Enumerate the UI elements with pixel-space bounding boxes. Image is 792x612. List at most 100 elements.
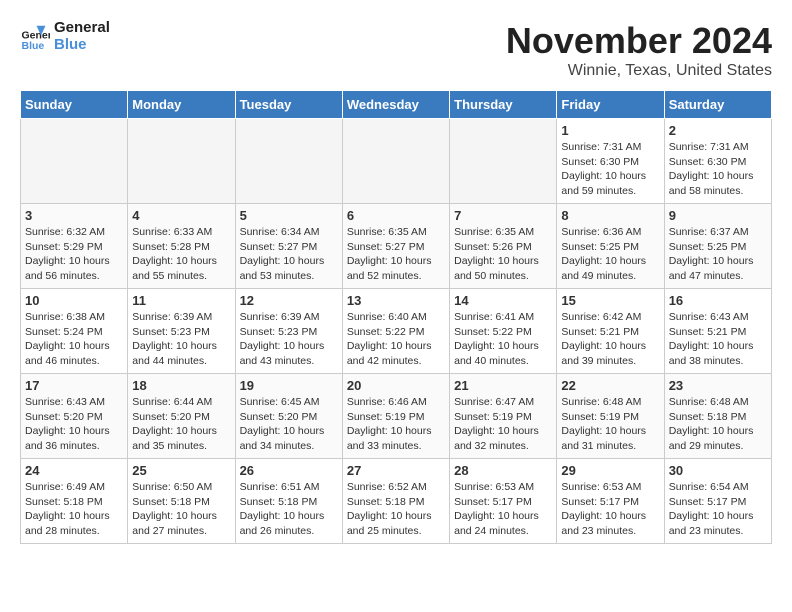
day-info: Sunrise: 6:33 AM Sunset: 5:28 PM Dayligh… — [132, 225, 230, 284]
calendar-cell: 15 Sunrise: 6:42 AM Sunset: 5:21 PM Dayli… — [557, 289, 664, 374]
calendar-cell: 30 Sunrise: 6:54 AM Sunset: 5:17 PM Dayli… — [664, 459, 771, 544]
week-row-3: 10 Sunrise: 6:38 AM Sunset: 5:24 PM Dayli… — [21, 289, 772, 374]
day-number: 14 — [454, 293, 552, 308]
day-number: 18 — [132, 378, 230, 393]
calendar-cell: 10 Sunrise: 6:38 AM Sunset: 5:24 PM Dayli… — [21, 289, 128, 374]
calendar-cell: 7 Sunrise: 6:35 AM Sunset: 5:26 PM Daylig… — [450, 204, 557, 289]
day-info: Sunrise: 6:37 AM Sunset: 5:25 PM Dayligh… — [669, 225, 767, 284]
week-row-1: 1Sunrise: 7:31 AM Sunset: 6:30 PM Daylig… — [21, 119, 772, 204]
day-number: 7 — [454, 208, 552, 223]
page-header: General Blue General Blue November 2024 … — [20, 20, 772, 80]
calendar-cell: 14 Sunrise: 6:41 AM Sunset: 5:22 PM Dayli… — [450, 289, 557, 374]
weekday-header-thursday: Thursday — [450, 91, 557, 119]
week-row-2: 3 Sunrise: 6:32 AM Sunset: 5:29 PM Daylig… — [21, 204, 772, 289]
calendar-cell: 5Sunrise: 6:34 AM Sunset: 5:27 PM Daylig… — [235, 204, 342, 289]
calendar-cell: 16 Sunrise: 6:43 AM Sunset: 5:21 PM Dayli… — [664, 289, 771, 374]
day-number: 21 — [454, 378, 552, 393]
calendar-cell: 19Sunrise: 6:45 AM Sunset: 5:20 PM Dayli… — [235, 374, 342, 459]
day-info: Sunrise: 6:53 AM Sunset: 5:17 PM Dayligh… — [454, 480, 552, 539]
day-number: 16 — [669, 293, 767, 308]
calendar-cell: 4 Sunrise: 6:33 AM Sunset: 5:28 PM Daylig… — [128, 204, 235, 289]
title-area: November 2024 Winnie, Texas, United Stat… — [506, 20, 772, 80]
day-info: Sunrise: 6:49 AM Sunset: 5:18 PM Dayligh… — [25, 480, 123, 539]
day-info: Sunrise: 7:31 AM Sunset: 6:30 PM Dayligh… — [561, 140, 659, 199]
day-info: Sunrise: 7:31 AM Sunset: 6:30 PM Dayligh… — [669, 140, 767, 199]
day-number: 2 — [669, 123, 767, 138]
day-number: 28 — [454, 463, 552, 478]
week-row-5: 24 Sunrise: 6:49 AM Sunset: 5:18 PM Dayli… — [21, 459, 772, 544]
calendar-cell: 17 Sunrise: 6:43 AM Sunset: 5:20 PM Dayli… — [21, 374, 128, 459]
day-info: Sunrise: 6:32 AM Sunset: 5:29 PM Dayligh… — [25, 225, 123, 284]
day-info: Sunrise: 6:35 AM Sunset: 5:26 PM Dayligh… — [454, 225, 552, 284]
calendar-cell: 28 Sunrise: 6:53 AM Sunset: 5:17 PM Dayli… — [450, 459, 557, 544]
day-number: 23 — [669, 378, 767, 393]
day-number: 11 — [132, 293, 230, 308]
day-info: Sunrise: 6:54 AM Sunset: 5:17 PM Dayligh… — [669, 480, 767, 539]
logo-icon: General Blue — [20, 22, 50, 52]
day-number: 8 — [561, 208, 659, 223]
day-number: 10 — [25, 293, 123, 308]
calendar-cell: 8 Sunrise: 6:36 AM Sunset: 5:25 PM Daylig… — [557, 204, 664, 289]
week-row-4: 17 Sunrise: 6:43 AM Sunset: 5:20 PM Dayli… — [21, 374, 772, 459]
calendar-cell: 27 Sunrise: 6:52 AM Sunset: 5:18 PM Dayli… — [342, 459, 449, 544]
day-number: 15 — [561, 293, 659, 308]
calendar-cell: 24 Sunrise: 6:49 AM Sunset: 5:18 PM Dayli… — [21, 459, 128, 544]
day-info: Sunrise: 6:47 AM Sunset: 5:19 PM Dayligh… — [454, 395, 552, 454]
day-info: Sunrise: 6:41 AM Sunset: 5:22 PM Dayligh… — [454, 310, 552, 369]
calendar-cell: 11Sunrise: 6:39 AM Sunset: 5:23 PM Dayli… — [128, 289, 235, 374]
day-info: Sunrise: 6:40 AM Sunset: 5:22 PM Dayligh… — [347, 310, 445, 369]
calendar-cell: 2 Sunrise: 7:31 AM Sunset: 6:30 PM Daylig… — [664, 119, 771, 204]
day-info: Sunrise: 6:51 AM Sunset: 5:18 PM Dayligh… — [240, 480, 338, 539]
day-number: 20 — [347, 378, 445, 393]
month-title: November 2024 — [506, 20, 772, 62]
logo-text-general: General — [54, 20, 110, 37]
day-number: 27 — [347, 463, 445, 478]
calendar-cell: 12 Sunrise: 6:39 AM Sunset: 5:23 PM Dayli… — [235, 289, 342, 374]
logo-text-blue: Blue — [54, 37, 110, 54]
weekday-header-wednesday: Wednesday — [342, 91, 449, 119]
day-info: Sunrise: 6:36 AM Sunset: 5:25 PM Dayligh… — [561, 225, 659, 284]
day-number: 24 — [25, 463, 123, 478]
weekday-header-monday: Monday — [128, 91, 235, 119]
day-number: 4 — [132, 208, 230, 223]
logo: General Blue General Blue — [20, 20, 110, 53]
day-info: Sunrise: 6:50 AM Sunset: 5:18 PM Dayligh… — [132, 480, 230, 539]
calendar-cell: 26Sunrise: 6:51 AM Sunset: 5:18 PM Dayli… — [235, 459, 342, 544]
day-info: Sunrise: 6:43 AM Sunset: 5:21 PM Dayligh… — [669, 310, 767, 369]
calendar-cell: 20Sunrise: 6:46 AM Sunset: 5:19 PM Dayli… — [342, 374, 449, 459]
calendar-cell: 18 Sunrise: 6:44 AM Sunset: 5:20 PM Dayli… — [128, 374, 235, 459]
calendar-cell: 22Sunrise: 6:48 AM Sunset: 5:19 PM Dayli… — [557, 374, 664, 459]
day-info: Sunrise: 6:53 AM Sunset: 5:17 PM Dayligh… — [561, 480, 659, 539]
day-info: Sunrise: 6:52 AM Sunset: 5:18 PM Dayligh… — [347, 480, 445, 539]
weekday-header-saturday: Saturday — [664, 91, 771, 119]
calendar-cell: 25 Sunrise: 6:50 AM Sunset: 5:18 PM Dayli… — [128, 459, 235, 544]
calendar-cell: 1Sunrise: 7:31 AM Sunset: 6:30 PM Daylig… — [557, 119, 664, 204]
calendar-cell: 6Sunrise: 6:35 AM Sunset: 5:27 PM Daylig… — [342, 204, 449, 289]
day-info: Sunrise: 6:39 AM Sunset: 5:23 PM Dayligh… — [240, 310, 338, 369]
day-info: Sunrise: 6:35 AM Sunset: 5:27 PM Dayligh… — [347, 225, 445, 284]
day-number: 30 — [669, 463, 767, 478]
day-info: Sunrise: 6:45 AM Sunset: 5:20 PM Dayligh… — [240, 395, 338, 454]
day-info: Sunrise: 6:48 AM Sunset: 5:19 PM Dayligh… — [561, 395, 659, 454]
weekday-header-tuesday: Tuesday — [235, 91, 342, 119]
day-number: 13 — [347, 293, 445, 308]
calendar-cell — [21, 119, 128, 204]
weekday-header-sunday: Sunday — [21, 91, 128, 119]
day-number: 25 — [132, 463, 230, 478]
weekday-header-friday: Friday — [557, 91, 664, 119]
calendar-cell — [128, 119, 235, 204]
calendar-cell: 3 Sunrise: 6:32 AM Sunset: 5:29 PM Daylig… — [21, 204, 128, 289]
day-info: Sunrise: 6:42 AM Sunset: 5:21 PM Dayligh… — [561, 310, 659, 369]
calendar-cell — [342, 119, 449, 204]
day-info: Sunrise: 6:43 AM Sunset: 5:20 PM Dayligh… — [25, 395, 123, 454]
day-info: Sunrise: 6:44 AM Sunset: 5:20 PM Dayligh… — [132, 395, 230, 454]
calendar-cell — [450, 119, 557, 204]
day-number: 12 — [240, 293, 338, 308]
day-number: 17 — [25, 378, 123, 393]
day-number: 9 — [669, 208, 767, 223]
weekday-header-row: SundayMondayTuesdayWednesdayThursdayFrid… — [21, 91, 772, 119]
calendar-cell — [235, 119, 342, 204]
calendar-cell: 13 Sunrise: 6:40 AM Sunset: 5:22 PM Dayli… — [342, 289, 449, 374]
day-number: 3 — [25, 208, 123, 223]
day-info: Sunrise: 6:38 AM Sunset: 5:24 PM Dayligh… — [25, 310, 123, 369]
